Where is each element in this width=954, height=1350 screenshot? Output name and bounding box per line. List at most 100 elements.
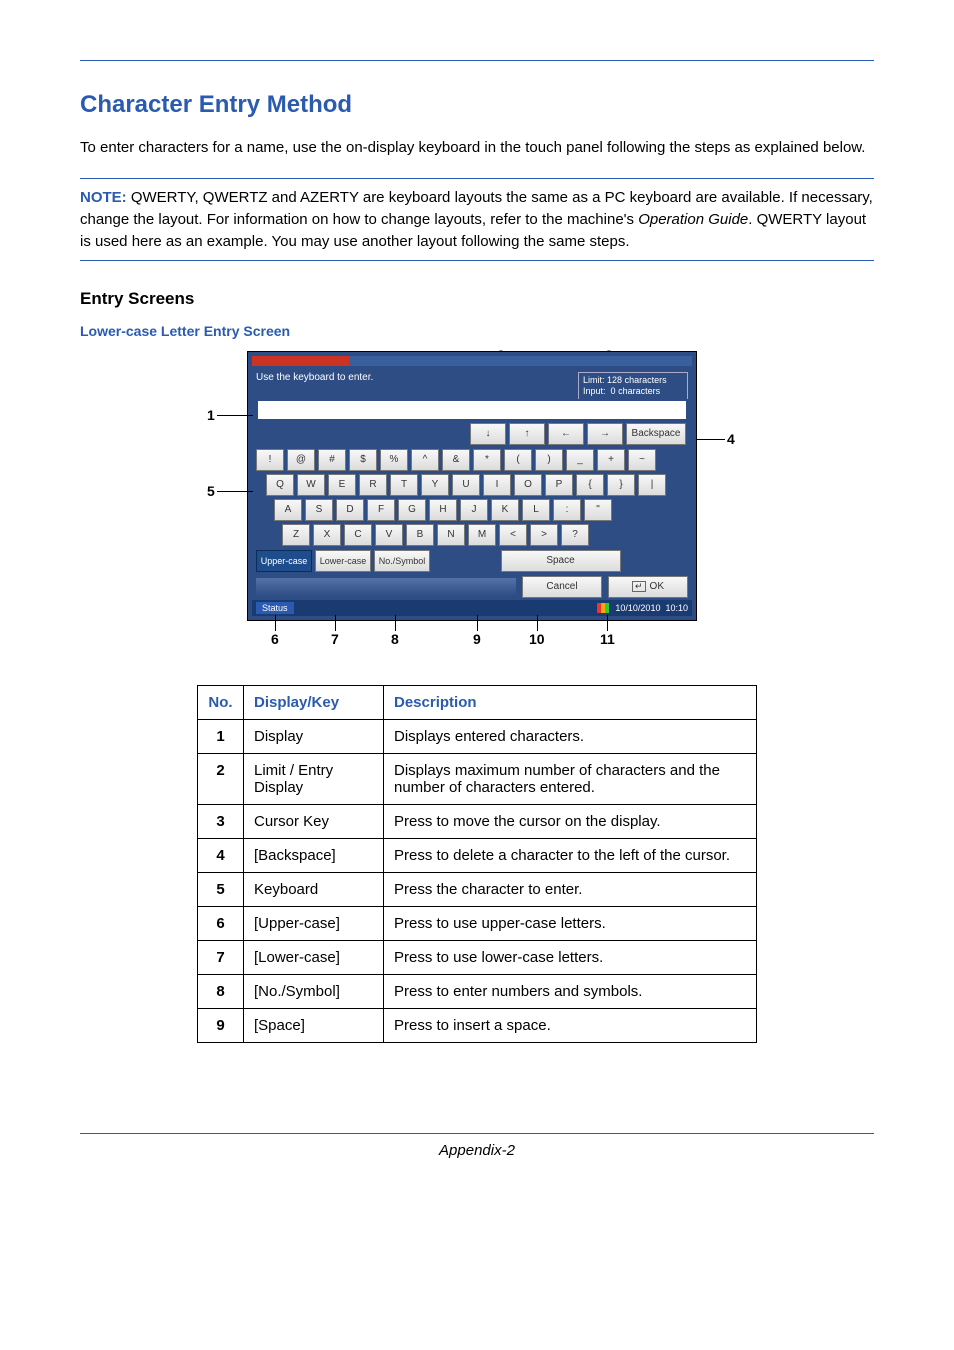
note-label: NOTE: [80,189,127,206]
key[interactable]: I [483,474,511,496]
cursor-down-button[interactable]: ↓ [470,423,506,445]
key[interactable]: Z [282,524,310,546]
key[interactable]: F [367,499,395,521]
cursor-right-button[interactable]: → [587,423,623,445]
key[interactable]: P [545,474,573,496]
status-date: 10/10/2010 [615,603,660,613]
callout-10: 10 [529,631,545,647]
key[interactable]: # [318,449,346,471]
table-row: 7[Lower-case]Press to use lower-case let… [198,940,757,974]
backspace-button[interactable]: Backspace [626,423,686,445]
key[interactable]: $ [349,449,377,471]
key[interactable]: { [576,474,604,496]
key[interactable]: X [313,524,341,546]
header-rule [80,60,874,61]
table-row: 5KeyboardPress the character to enter. [198,872,757,906]
cancel-button[interactable]: Cancel [522,576,602,598]
limit-value: 128 [607,375,622,385]
entry-display[interactable] [258,401,686,419]
table-row: 3Cursor KeyPress to move the cursor on t… [198,804,757,838]
page-title: Character Entry Method [80,91,874,119]
table-row: 1DisplayDisplays entered characters. [198,719,757,753]
th-desc: Description [384,685,757,719]
lower-case-button[interactable]: Lower-case [315,550,371,572]
key[interactable]: " [584,499,612,521]
key[interactable]: L [522,499,550,521]
tick-8 [395,615,396,631]
key[interactable]: E [328,474,356,496]
key[interactable]: B [406,524,434,546]
key[interactable]: Y [421,474,449,496]
no-symbol-button[interactable]: No./Symbol [374,550,430,572]
key[interactable]: @ [287,449,315,471]
key[interactable]: ) [535,449,563,471]
status-label: Status [256,602,294,614]
status-right: 10/10/2010 10:10 [597,603,688,614]
tick-11 [607,615,608,631]
key[interactable]: } [607,474,635,496]
ok-button[interactable]: ↵ OK [608,576,688,598]
limit-entry-display: Limit: 128 characters Input: 0 character… [578,372,688,399]
key[interactable]: K [491,499,519,521]
key-row-4: Z X C V B N M < > ? [282,524,688,546]
callout-7: 7 [331,631,339,647]
key[interactable]: O [514,474,542,496]
tick-10 [537,615,538,631]
key[interactable]: _ [566,449,594,471]
signal-bars-icon [597,603,609,613]
key[interactable]: J [460,499,488,521]
key[interactable]: | [638,474,666,496]
mode-row: Upper-case Lower-case No./Symbol Space [256,550,688,572]
key[interactable]: > [530,524,558,546]
key[interactable]: ! [256,449,284,471]
key[interactable]: A [274,499,302,521]
key[interactable]: % [380,449,408,471]
key[interactable]: W [297,474,325,496]
key[interactable]: ~ [628,449,656,471]
key[interactable]: Q [266,474,294,496]
tick-5 [217,491,253,492]
instruction-text: Use the keyboard to enter. [256,372,373,383]
table-row: 2Limit / Entry DisplayDisplays maximum n… [198,753,757,804]
table-row: 8[No./Symbol]Press to enter numbers and … [198,974,757,1008]
enter-icon: ↵ [632,581,646,592]
pbar-red [252,356,349,366]
key[interactable]: : [553,499,581,521]
key[interactable]: & [442,449,470,471]
callout-5: 5 [207,483,215,499]
key-row-3: A S D F G H J K L : " [274,499,688,521]
upper-case-button[interactable]: Upper-case [256,550,312,572]
note-italic: Operation Guide [638,211,748,228]
key[interactable]: R [359,474,387,496]
intro-text: To enter characters for a name, use the … [80,137,874,158]
key[interactable]: M [468,524,496,546]
bottom-shade [256,578,516,596]
callout-4: 4 [727,431,735,447]
table-row: 4[Backspace]Press to delete a character … [198,838,757,872]
key[interactable]: ? [561,524,589,546]
key[interactable]: T [390,474,418,496]
key[interactable]: D [336,499,364,521]
key[interactable]: S [305,499,333,521]
key[interactable]: < [499,524,527,546]
key[interactable]: ^ [411,449,439,471]
key[interactable]: * [473,449,501,471]
key[interactable]: U [452,474,480,496]
key[interactable]: G [398,499,426,521]
tick-7 [335,615,336,631]
cursor-left-button[interactable]: ← [548,423,584,445]
key[interactable]: N [437,524,465,546]
key[interactable]: V [375,524,403,546]
cursor-up-button[interactable]: ↑ [509,423,545,445]
key[interactable]: ( [504,449,532,471]
callout-9: 9 [473,631,481,647]
table-row: 9[Space]Press to insert a space. [198,1008,757,1042]
key[interactable]: + [597,449,625,471]
key[interactable]: C [344,524,372,546]
th-no: No. [198,685,244,719]
space-button[interactable]: Space [501,550,621,572]
status-bar: Status 10/10/2010 10:10 [252,600,692,616]
table-row: 6[Upper-case]Press to use upper-case let… [198,906,757,940]
key[interactable]: H [429,499,457,521]
callout-6: 6 [271,631,279,647]
